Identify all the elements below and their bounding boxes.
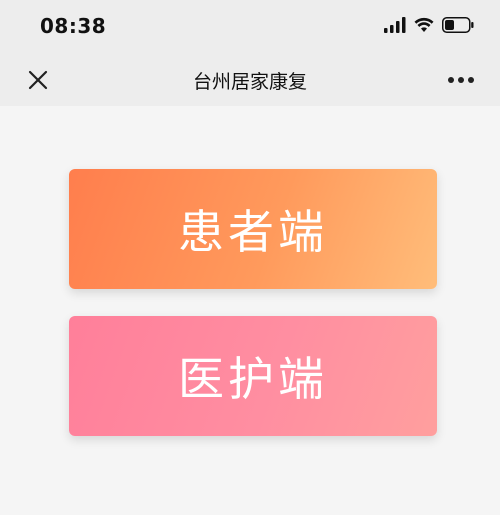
status-bar: 08:38 — [0, 0, 500, 52]
patient-entry-button[interactable]: 患者端 — [69, 169, 437, 289]
cellular-signal-icon — [384, 17, 406, 33]
battery-icon — [442, 17, 474, 33]
status-time: 08:38 — [40, 14, 107, 38]
page-title: 台州居家康复 — [192, 71, 307, 93]
medical-staff-entry-button[interactable]: 医护端 — [69, 316, 437, 436]
status-icons — [384, 14, 474, 36]
nav-bar: 台州居家康复 — [0, 52, 500, 106]
more-icon[interactable] — [444, 66, 478, 94]
main-content: 患者端 医护端 — [0, 106, 500, 515]
wifi-icon — [414, 17, 434, 32]
